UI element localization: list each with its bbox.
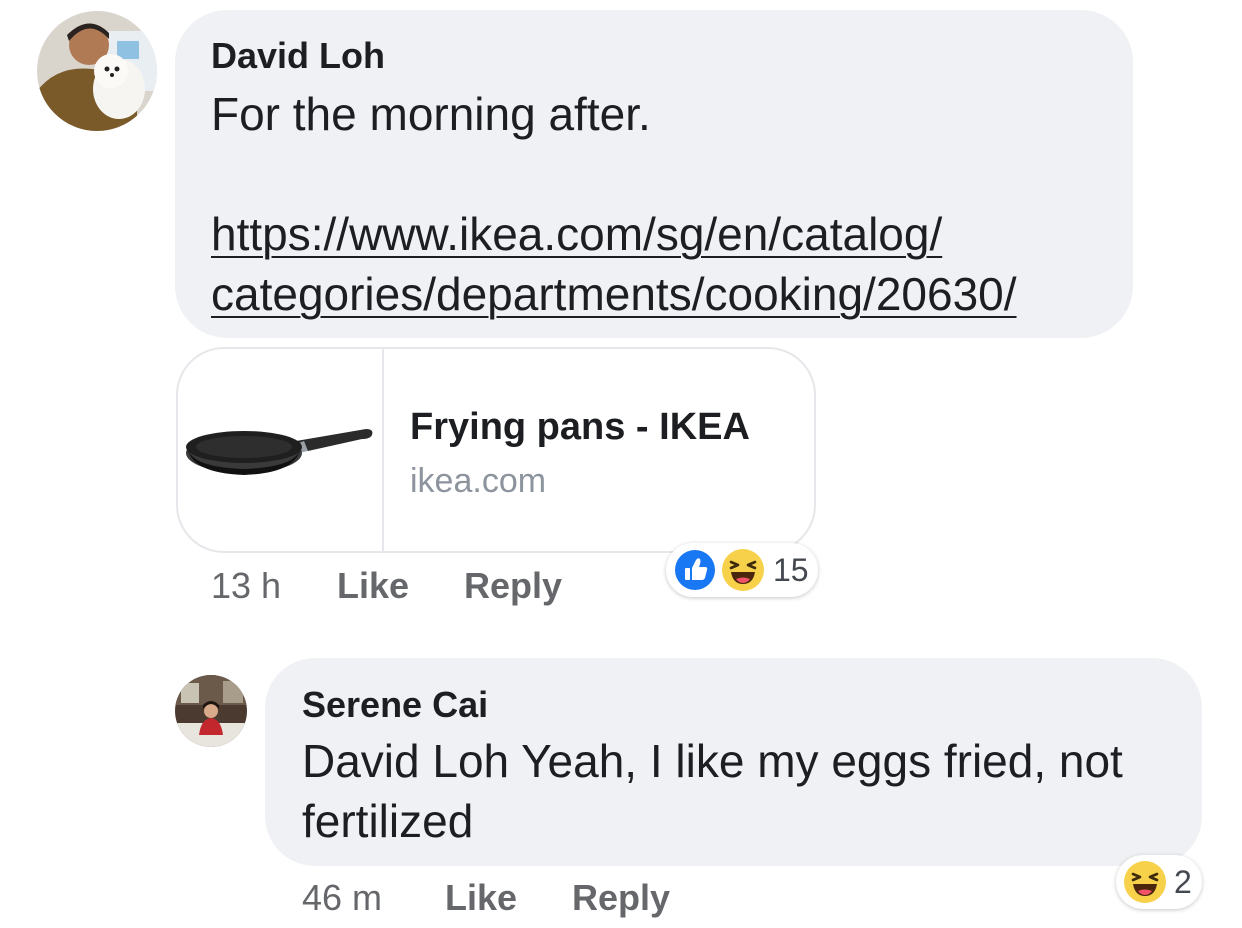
comment-text: For the morning after. [211, 88, 651, 140]
comment-timestamp[interactable]: 46 m [302, 878, 382, 918]
link-preview-domain: ikea.com [410, 462, 547, 500]
link-preview-title[interactable]: Frying pans - IKEA [410, 405, 750, 449]
comment-text-line-1: David Loh Yeah, I like my eggs fried, no… [302, 735, 1123, 787]
avatar-photo [175, 675, 247, 747]
reaction-count: 15 [773, 552, 809, 588]
comment-timestamp[interactable]: 13 h [211, 566, 281, 606]
like-button[interactable]: Like [445, 878, 517, 918]
comment-author[interactable]: David Loh [211, 36, 385, 76]
link-preview-thumbnail [178, 349, 384, 551]
comment-author[interactable]: Serene Cai [302, 685, 488, 725]
reaction-summary[interactable]: 2 [1116, 855, 1202, 909]
like-icon [673, 548, 717, 592]
comment-text-line-2: fertilized [302, 795, 474, 847]
comment-link-line-2[interactable]: categories/departments/cooking/20630/ [211, 264, 1017, 324]
reaction-summary[interactable]: 15 [666, 543, 818, 597]
reply-button[interactable]: Reply [464, 566, 562, 606]
reaction-count: 2 [1174, 864, 1192, 900]
haha-icon [1123, 860, 1167, 904]
comment-link-line-1[interactable]: https://www.ikea.com/sg/en/catalog/ [211, 204, 942, 264]
avatar-david-loh[interactable] [37, 11, 157, 131]
link-preview-card[interactable]: Frying pans - IKEA ikea.com [176, 347, 816, 553]
haha-icon [721, 548, 765, 592]
avatar-serene-cai[interactable] [175, 675, 247, 747]
reply-button[interactable]: Reply [572, 878, 670, 918]
like-button[interactable]: Like [337, 566, 409, 606]
frying-pan-icon [186, 429, 373, 475]
avatar-photo [37, 11, 157, 131]
